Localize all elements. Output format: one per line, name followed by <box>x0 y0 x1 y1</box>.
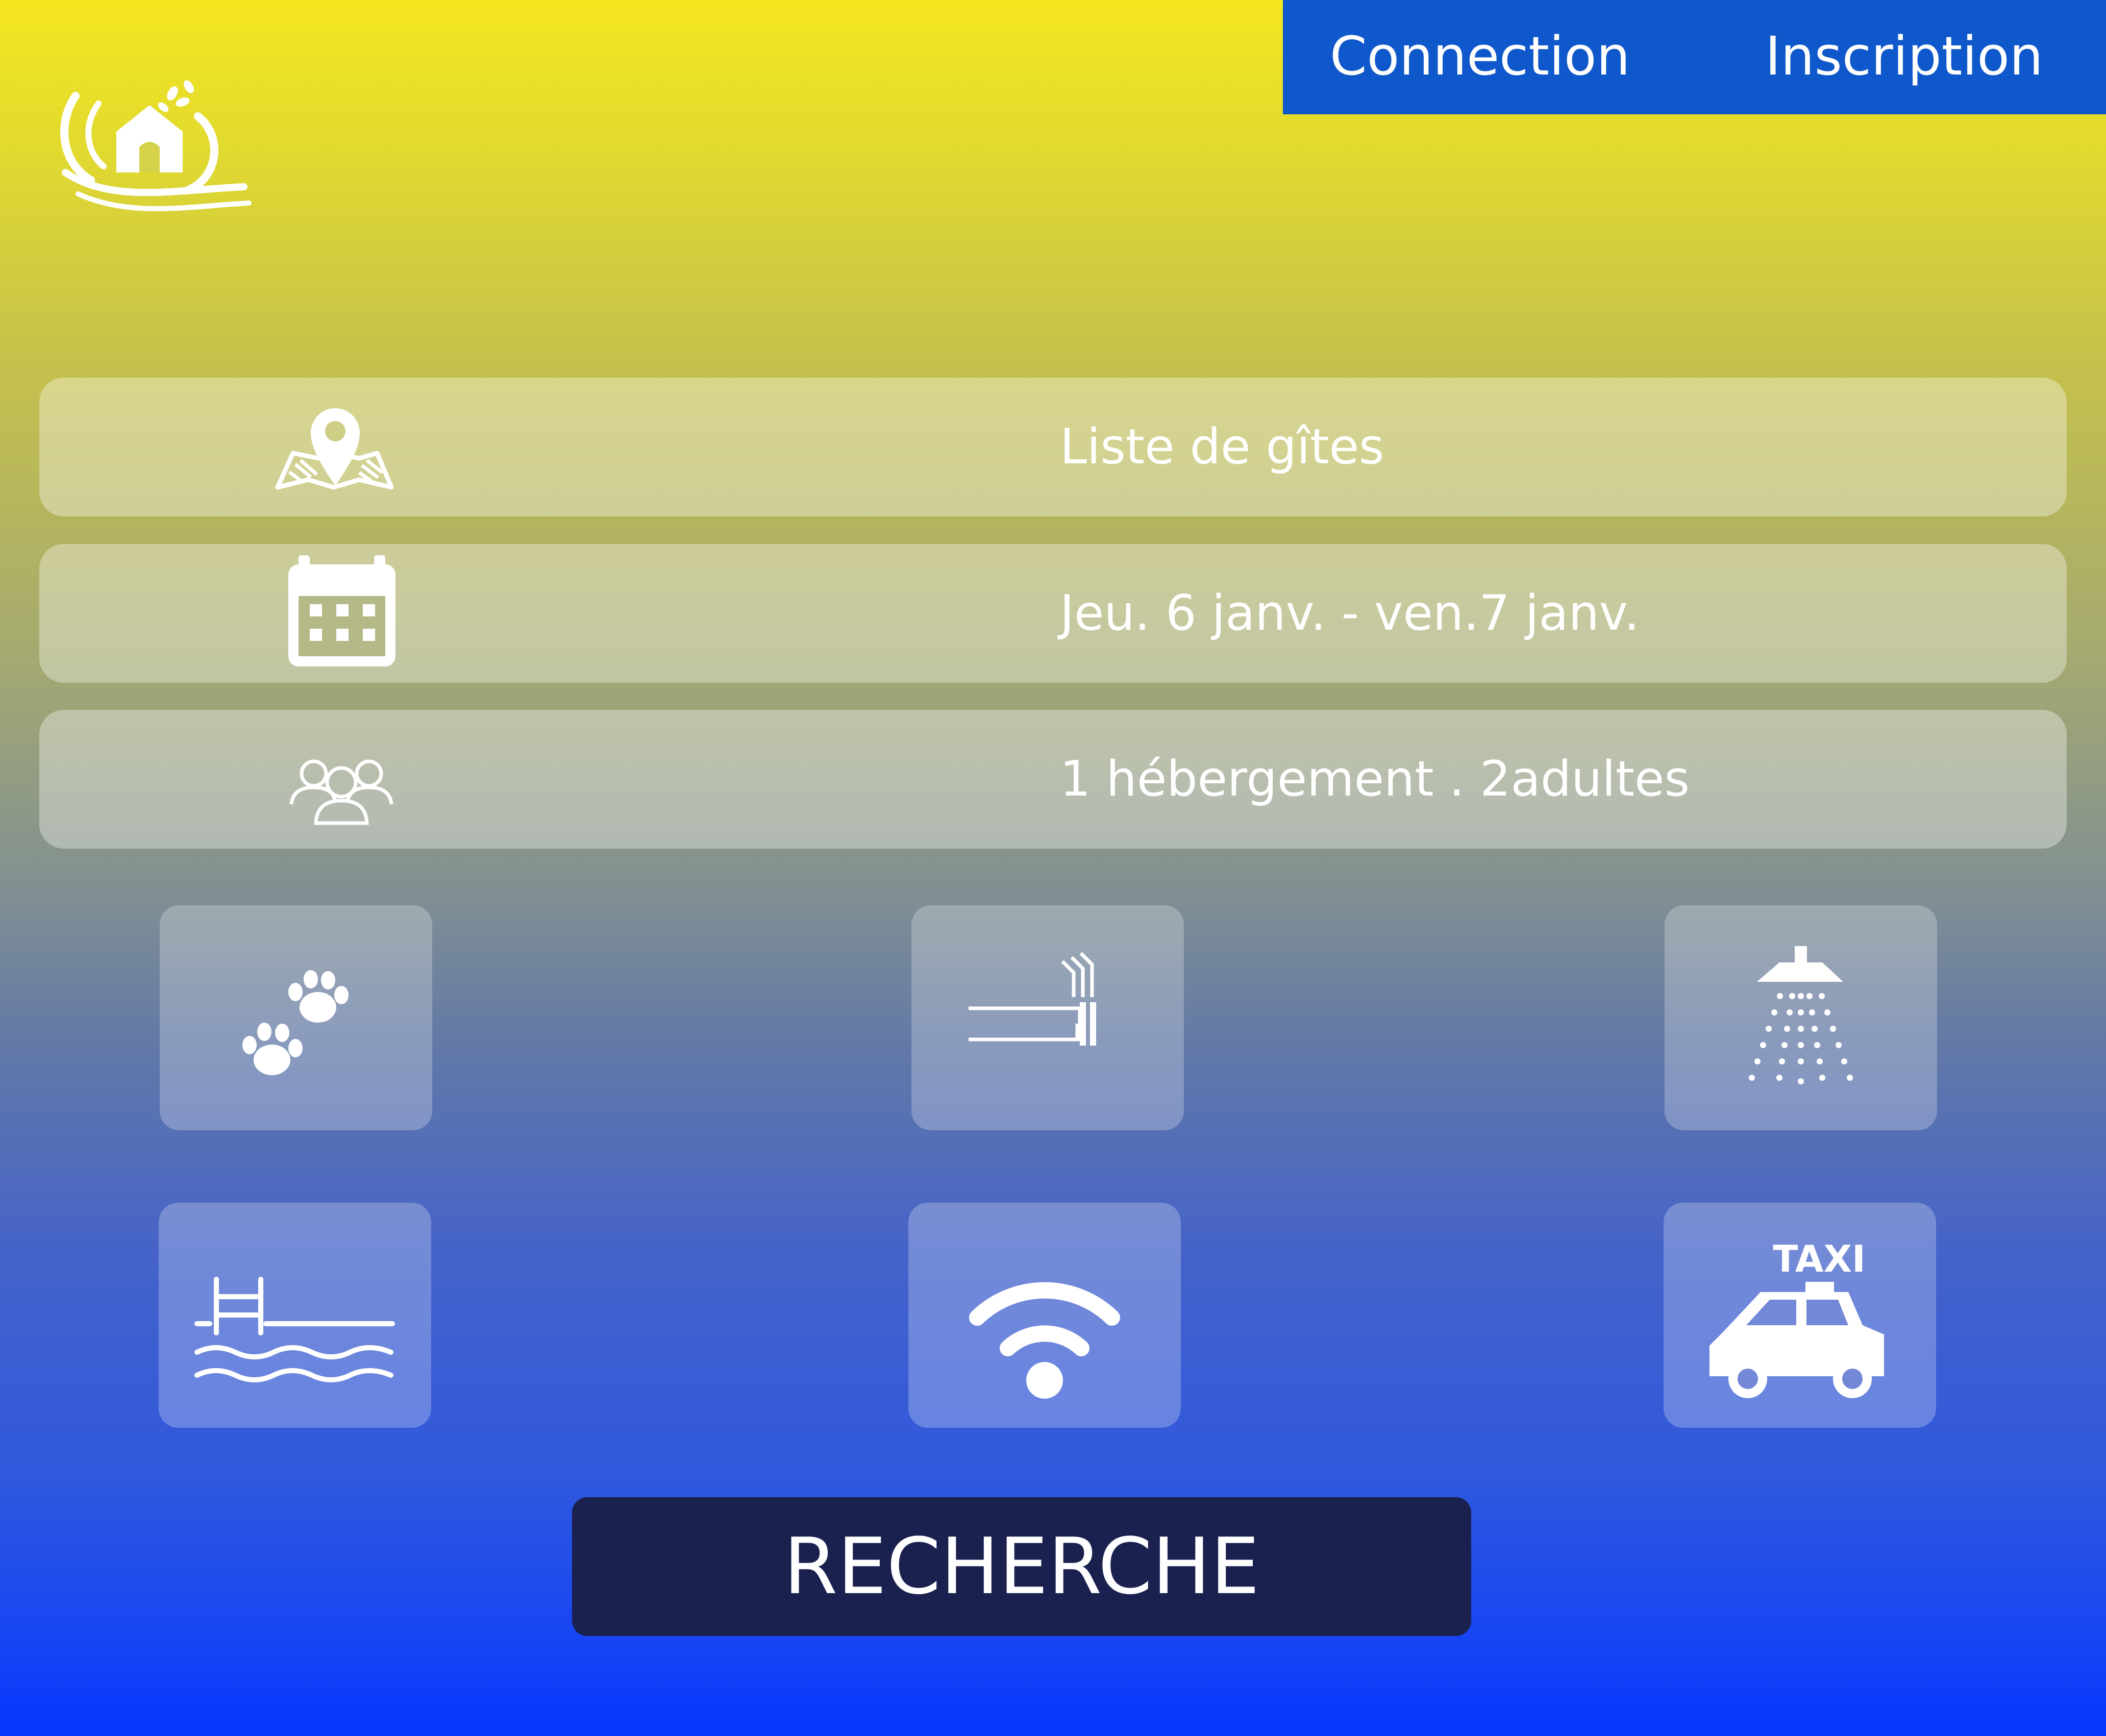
taxi-icon: TAXI <box>1709 1237 1884 1398</box>
amenity-pool-tile[interactable] <box>159 1203 431 1428</box>
cigarette-icon <box>969 952 1096 1046</box>
dates-field[interactable]: Jeu. 6 janv. - ven.7 janv. <box>39 544 2067 683</box>
signup-link[interactable]: Inscription <box>1765 20 2043 92</box>
amenity-smoking-tile[interactable] <box>911 905 1184 1130</box>
amenity-taxi-tile[interactable]: TAXI <box>1664 1203 1936 1428</box>
dates-value: Jeu. 6 janv. - ven.7 janv. <box>1060 585 1640 641</box>
shower-icon <box>1749 946 1853 1084</box>
amenity-wifi-tile[interactable] <box>908 1203 1181 1428</box>
destination-field[interactable]: Liste de gîtes <box>39 378 2067 516</box>
map-pin-icon <box>229 378 454 516</box>
guests-field[interactable]: 1 hébergement . 2adultes <box>39 710 2067 849</box>
amenity-shower-tile[interactable] <box>1665 905 1937 1130</box>
taxi-badge-text: TAXI <box>1773 1237 1866 1280</box>
login-link[interactable]: Connection <box>1330 20 1630 92</box>
cottage-logo-icon <box>55 76 254 213</box>
calendar-icon <box>229 544 454 683</box>
swimming-pool-icon <box>194 1277 395 1382</box>
destination-value: Liste de gîtes <box>1060 419 1384 475</box>
people-group-icon <box>229 710 454 849</box>
guests-value: 1 hébergement . 2adultes <box>1060 751 1690 807</box>
amenity-pets-tile[interactable] <box>160 905 432 1130</box>
search-button[interactable]: RECHERCHE <box>572 1497 1471 1636</box>
wifi-icon <box>969 1282 1120 1399</box>
paw-prints-icon <box>242 970 349 1075</box>
